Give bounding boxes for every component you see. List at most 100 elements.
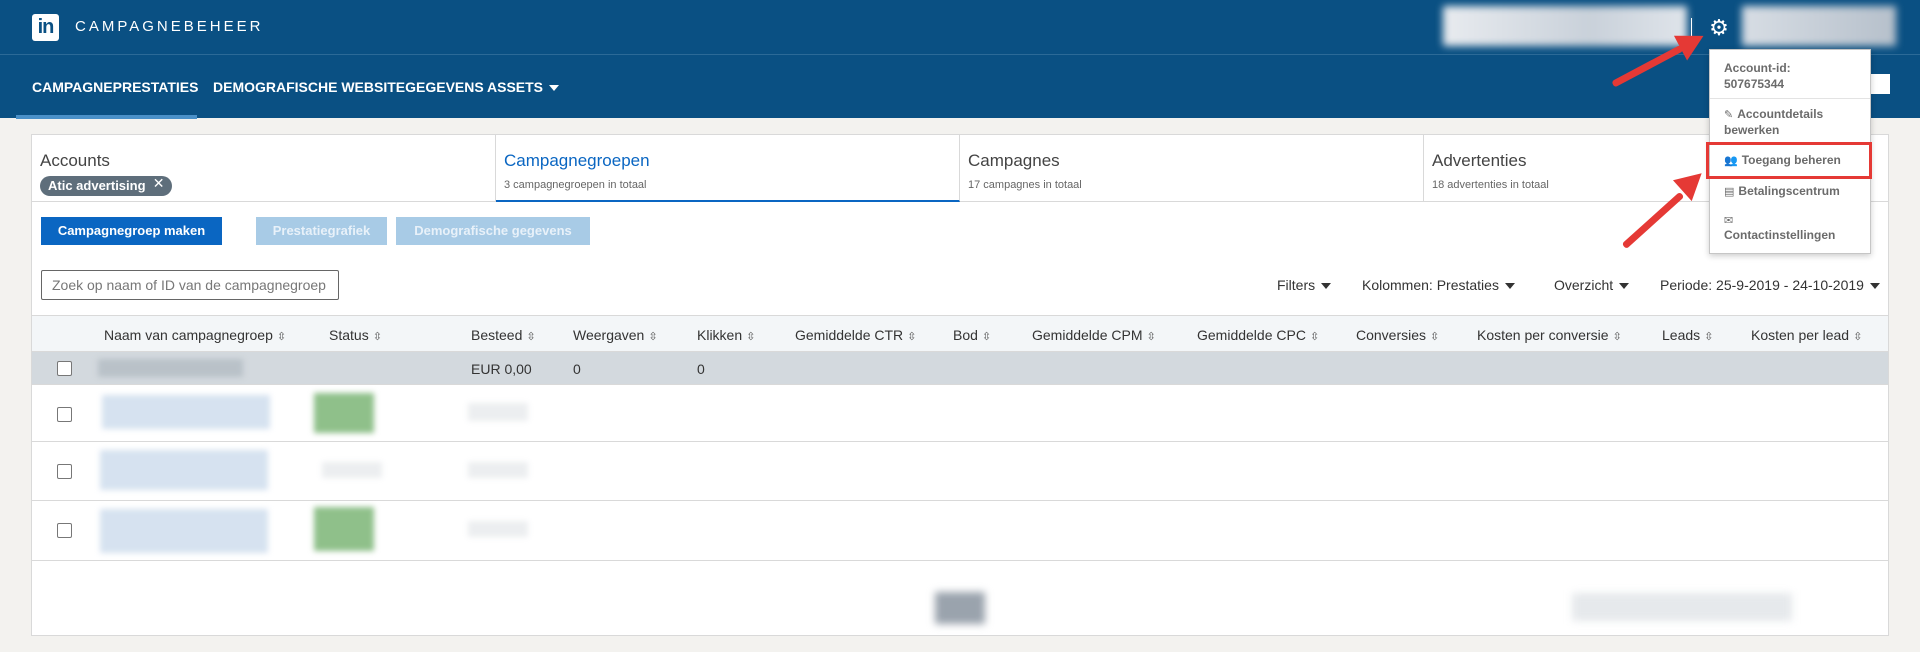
entity-tabs: Accounts Atic advertising ✕ Campagnegroe… [32,135,1888,202]
footer-info-redacted [1572,593,1792,621]
value-redacted [468,403,528,421]
main-card: Accounts Atic advertising ✕ Campagnegroe… [31,134,1889,636]
top-bar: in CAMPAGNEBEHEER ⚙ [0,0,1920,54]
total-clicks: 0 [697,361,705,377]
nav-campaign-performance[interactable]: CAMPAGNEPRESTATIES [32,79,198,95]
col-header-bid[interactable]: Bod ⇳ [953,327,991,343]
chip-label: Atic advertising [48,178,146,193]
columns-label: Kolommen: [1362,277,1433,293]
header-label: Kosten per conversie [1477,327,1609,343]
col-header-name[interactable]: Naam van campagnegroep ⇳ [104,327,286,343]
row-checkbox[interactable] [57,464,72,479]
sort-icon: ⇳ [1309,330,1320,343]
table-row-total: EUR 0,00 0 0 [32,352,1888,385]
filters-dropdown[interactable]: Filters [1277,277,1332,293]
columns-value: Prestaties [1436,277,1499,293]
col-header-impressions[interactable]: Weergaven ⇳ [573,327,658,343]
account-id-value: 507675344 [1724,77,1785,91]
sort-icon: ⇳ [1704,330,1714,343]
demographics-button[interactable]: Demografische gegevens [396,217,590,245]
pagination-redacted[interactable] [935,592,985,624]
tab-subtitle: 17 campagnes in totaal [968,179,1082,191]
header-label: Kosten per lead [1751,327,1850,343]
account-filter-chip[interactable]: Atic advertising ✕ [40,176,172,196]
menu-item-label: Contactinstellingen [1724,228,1836,242]
close-icon[interactable]: ✕ [153,176,165,192]
app-title: CAMPAGNEBEHEER [75,18,264,35]
total-spent: EUR 0,00 [471,361,532,377]
header-label: Leads [1662,327,1701,343]
gear-icon[interactable]: ⚙ [1708,18,1730,40]
nav-assets[interactable]: ASSETS [487,79,560,95]
chevron-down-icon [1321,283,1332,290]
row-checkbox[interactable] [57,407,72,422]
col-header-spent[interactable]: Besteed ⇳ [471,327,536,343]
chevron-down-icon [1869,283,1880,290]
col-header-clicks[interactable]: Klikken ⇳ [697,327,755,343]
menu-item-label: Accountdetails bewerken [1724,107,1824,137]
linkedin-logo[interactable]: in [32,14,59,41]
name-redacted[interactable] [100,450,268,490]
row-checkbox[interactable] [57,361,72,376]
menu-item-contact-settings[interactable]: ✉ Contactinstellingen [1724,214,1835,243]
status-redacted [314,393,374,433]
sort-icon: ⇳ [526,330,536,343]
tab-title: Campagnes [968,151,1060,170]
col-header-conversions[interactable]: Conversies ⇳ [1356,327,1439,343]
sort-icon: ⇳ [907,330,917,343]
account-name-redacted[interactable] [1443,6,1687,46]
tab-title: Advertenties [1432,151,1527,170]
col-header-leads[interactable]: Leads ⇳ [1662,327,1713,343]
row-checkbox[interactable] [57,523,72,538]
status-redacted [314,507,374,551]
period-dropdown[interactable]: Periode: 25-9-2019 - 24-10-2019 [1660,277,1880,293]
table-row[interactable] [32,442,1888,501]
col-header-avg-ctr[interactable]: Gemiddelde CTR ⇳ [795,327,916,343]
performance-chart-button[interactable]: Prestatiegrafiek [256,217,387,245]
tab-campaign-groups[interactable]: Campagnegroepen 3 campagnegroepen in tot… [496,135,960,202]
main-nav: CAMPAGNEPRESTATIES DEMOGRAFISCHE WEBSITE… [0,54,1920,119]
header-label: Gemiddelde CPC [1197,327,1306,343]
name-redacted[interactable] [102,395,270,429]
create-campaign-group-button[interactable]: Campagnegroep maken [41,217,222,245]
header-label: Besteed [471,327,523,343]
col-header-cost-per-conversion[interactable]: Kosten per conversie ⇳ [1477,327,1622,343]
search-input[interactable] [41,270,339,300]
menu-item-edit-account[interactable]: ✎ Accountdetails bewerken [1724,106,1859,138]
header-label: Status [329,327,369,343]
sort-icon: ⇳ [746,330,756,343]
value-redacted [468,521,528,537]
nav-assets-label: ASSETS [487,79,544,95]
sort-icon: ⇳ [981,330,992,343]
chevron-down-icon [1619,283,1630,290]
col-header-avg-cpm[interactable]: Gemiddelde CPM ⇳ [1032,327,1156,343]
header-label: Klikken [697,327,743,343]
header-label: Bod [953,327,978,343]
sort-icon: ⇳ [648,330,658,343]
total-impressions: 0 [573,361,581,377]
overview-label: Overzicht [1554,277,1614,293]
user-menu-redacted[interactable] [1742,6,1896,46]
sort-icon: ⇳ [1146,330,1156,343]
col-header-cost-per-lead[interactable]: Kosten per lead ⇳ [1751,327,1862,343]
overview-dropdown[interactable]: Overzicht [1554,277,1630,293]
col-header-avg-cpc[interactable]: Gemiddelde CPC ⇳ [1197,327,1319,343]
columns-dropdown[interactable]: Kolommen: Prestaties [1362,277,1515,293]
chevron-down-icon [1504,283,1515,290]
envelope-icon: ✉ [1724,214,1734,227]
account-id-label: Account-id: [1724,61,1791,75]
sort-icon: ⇳ [372,330,382,343]
tab-subtitle: 18 advertenties in totaal [1432,179,1549,191]
nav-website-demographics[interactable]: DEMOGRAFISCHE WEBSITEGEGEVENS [213,79,484,95]
menu-item-billing-center[interactable]: ▤ Betalingscentrum [1724,183,1840,199]
col-header-status[interactable]: Status ⇳ [329,327,382,343]
nav-active-indicator [16,115,197,119]
name-redacted[interactable] [100,509,268,553]
name-redacted [98,359,243,377]
tab-accounts[interactable]: Accounts Atic advertising ✕ [32,135,496,202]
table-row[interactable] [32,501,1888,561]
menu-item-label: Betalingscentrum [1738,184,1840,198]
tab-title: Campagnegroepen [504,151,650,170]
tab-campaigns[interactable]: Campagnes 17 campagnes in totaal [960,135,1424,202]
table-row[interactable] [32,385,1888,442]
